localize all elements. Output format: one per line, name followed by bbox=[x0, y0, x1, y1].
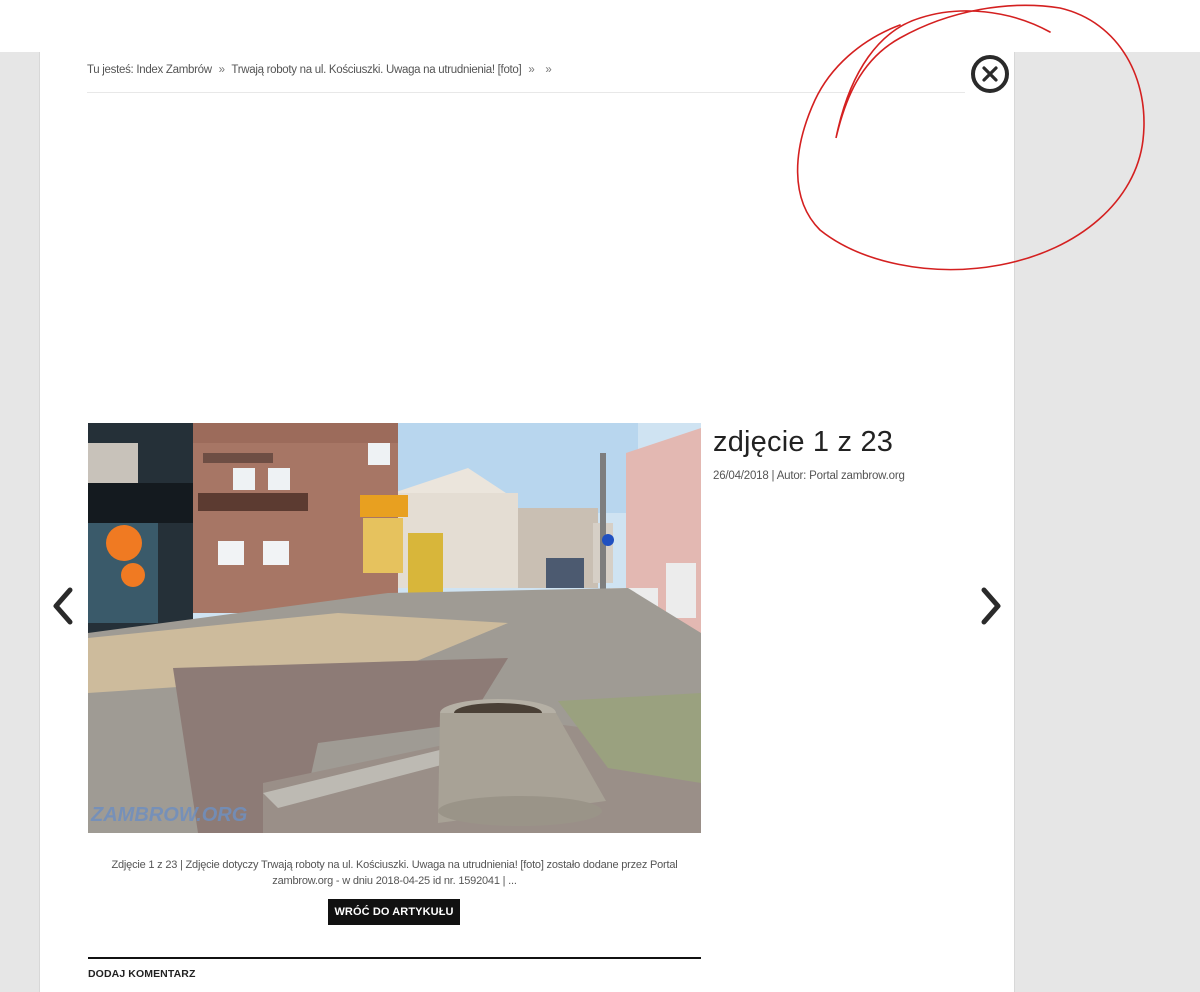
breadcrumb: Tu jesteś: Index Zambrów » Trwają roboty… bbox=[87, 64, 965, 93]
chevron-left-icon[interactable] bbox=[48, 584, 78, 628]
breadcrumb-separator: » bbox=[218, 64, 225, 76]
comments-divider bbox=[88, 957, 701, 959]
breadcrumb-prefix: Tu jesteś: bbox=[87, 64, 134, 76]
close-button[interactable] bbox=[971, 55, 1009, 93]
photo-caption: Zdjęcie 1 z 23 | Zdjęcie dotyczy Trwają … bbox=[111, 859, 678, 887]
close-icon bbox=[982, 66, 998, 82]
back-to-article-button[interactable]: WRÓĆ DO ARTYKUŁU bbox=[328, 899, 460, 925]
chevron-right-icon[interactable] bbox=[976, 584, 1006, 628]
photo-watermark: ZAMBROW.ORG bbox=[90, 804, 247, 826]
add-comment-heading: DODAJ KOMENTARZ bbox=[88, 968, 196, 980]
photo-counter-title: zdjęcie 1 z 23 bbox=[713, 426, 894, 458]
breadcrumb-item-article[interactable]: Trwają roboty na ul. Kościuszki. Uwaga n… bbox=[231, 64, 521, 76]
gallery-photo[interactable]: ZAMBROW.ORG bbox=[88, 423, 701, 833]
breadcrumb-separator: » bbox=[528, 64, 535, 76]
breadcrumb-separator: » bbox=[545, 64, 552, 76]
photo-meta: 26/04/2018 | Autor: Portal zambrow.org bbox=[713, 470, 905, 482]
breadcrumb-item-home[interactable]: Index Zambrów bbox=[136, 64, 212, 76]
